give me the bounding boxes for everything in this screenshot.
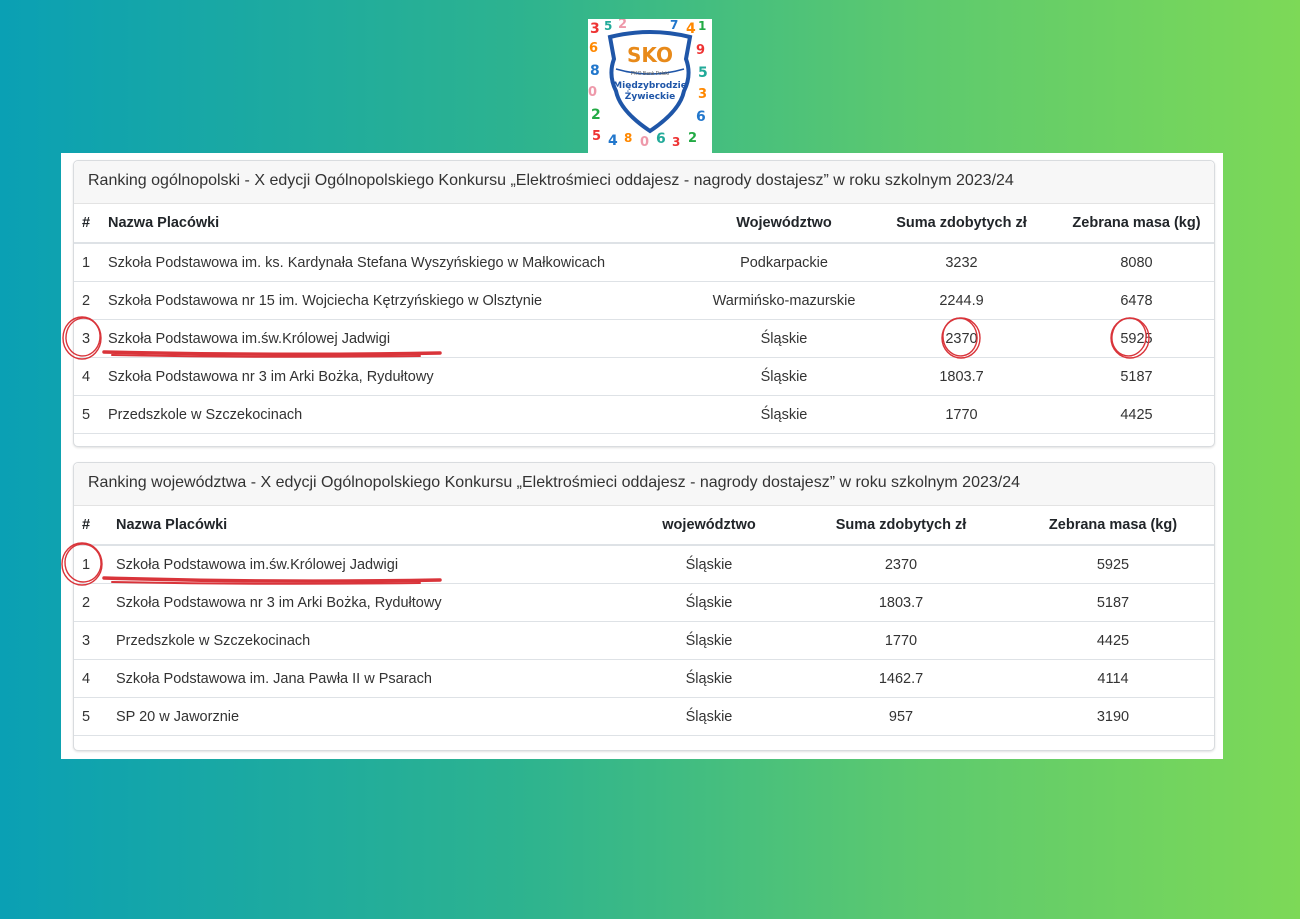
national-ranking-card: Ranking ogólnopolski - X edycji Ogólnopo… xyxy=(73,160,1215,447)
col-sum: Suma zdobytych zł xyxy=(864,204,1059,244)
col-voivodeship: Województwo xyxy=(704,204,864,244)
table-row: 2 Szkoła Podstawowa nr 3 im Arki Bożka, … xyxy=(74,583,1214,622)
col-name: Nazwa Placówki xyxy=(108,204,704,244)
regional-ranking-card: Ranking województwa - X edycji Ogólnopol… xyxy=(73,462,1215,751)
national-ranking-table: # Nazwa Placówki Województwo Suma zdobyt… xyxy=(74,204,1214,434)
col-name: Nazwa Placówki xyxy=(116,506,628,546)
table-row: 4 Szkoła Podstawowa nr 3 im Arki Bożka, … xyxy=(74,357,1214,396)
logo-name-line1: Międzybrodzie xyxy=(613,81,687,91)
regional-ranking-title: Ranking województwa - X edycji Ogólnopol… xyxy=(74,463,1214,506)
sko-logo: 3 5 2 7 4 1 6 9 8 5 0 3 2 6 5 4 8 0 6 3 … xyxy=(588,19,712,153)
table-row-highlighted: 3 Szkoła Podstawowa im.św.Królowej Jadwi… xyxy=(74,319,1214,358)
regional-ranking-table: # Nazwa Placówki województwo Suma zdobyt… xyxy=(74,506,1214,736)
col-rank: # xyxy=(74,506,116,546)
table-row: 5 SP 20 w Jaworznie Śląskie 957 3190 xyxy=(74,697,1214,736)
logo-name-line2: Żywieckie xyxy=(624,92,676,102)
logo-brand: SKO xyxy=(626,43,673,67)
col-mass: Zebrana masa (kg) xyxy=(1059,204,1214,244)
table-row: 1 Szkoła Podstawowa im. ks. Kardynała St… xyxy=(74,243,1214,282)
col-mass: Zebrana masa (kg) xyxy=(1012,506,1214,546)
table-header-row: # Nazwa Placówki Województwo Suma zdobyt… xyxy=(74,204,1214,244)
table-row: 2 Szkoła Podstawowa nr 15 im. Wojciecha … xyxy=(74,281,1214,320)
logo-name: Międzybrodzie Żywieckie xyxy=(588,81,712,103)
col-voivodeship: województwo xyxy=(628,506,790,546)
table-row: 3 Przedszkole w Szczekocinach Śląskie 17… xyxy=(74,621,1214,660)
national-ranking-title: Ranking ogólnopolski - X edycji Ogólnopo… xyxy=(74,161,1214,204)
table-row: 5 Przedszkole w Szczekocinach Śląskie 17… xyxy=(74,395,1214,434)
col-rank: # xyxy=(74,204,108,244)
col-sum: Suma zdobytych zł xyxy=(790,506,1012,546)
ranking-panel: Ranking ogólnopolski - X edycji Ogólnopo… xyxy=(61,153,1223,759)
table-row: 4 Szkoła Podstawowa im. Jana Pawła II w … xyxy=(74,659,1214,698)
logo-bank: PKO Bank Polski xyxy=(630,71,670,77)
table-header-row: # Nazwa Placówki województwo Suma zdobyt… xyxy=(74,506,1214,546)
table-row-highlighted: 1 Szkoła Podstawowa im.św.Królowej Jadwi… xyxy=(74,545,1214,584)
